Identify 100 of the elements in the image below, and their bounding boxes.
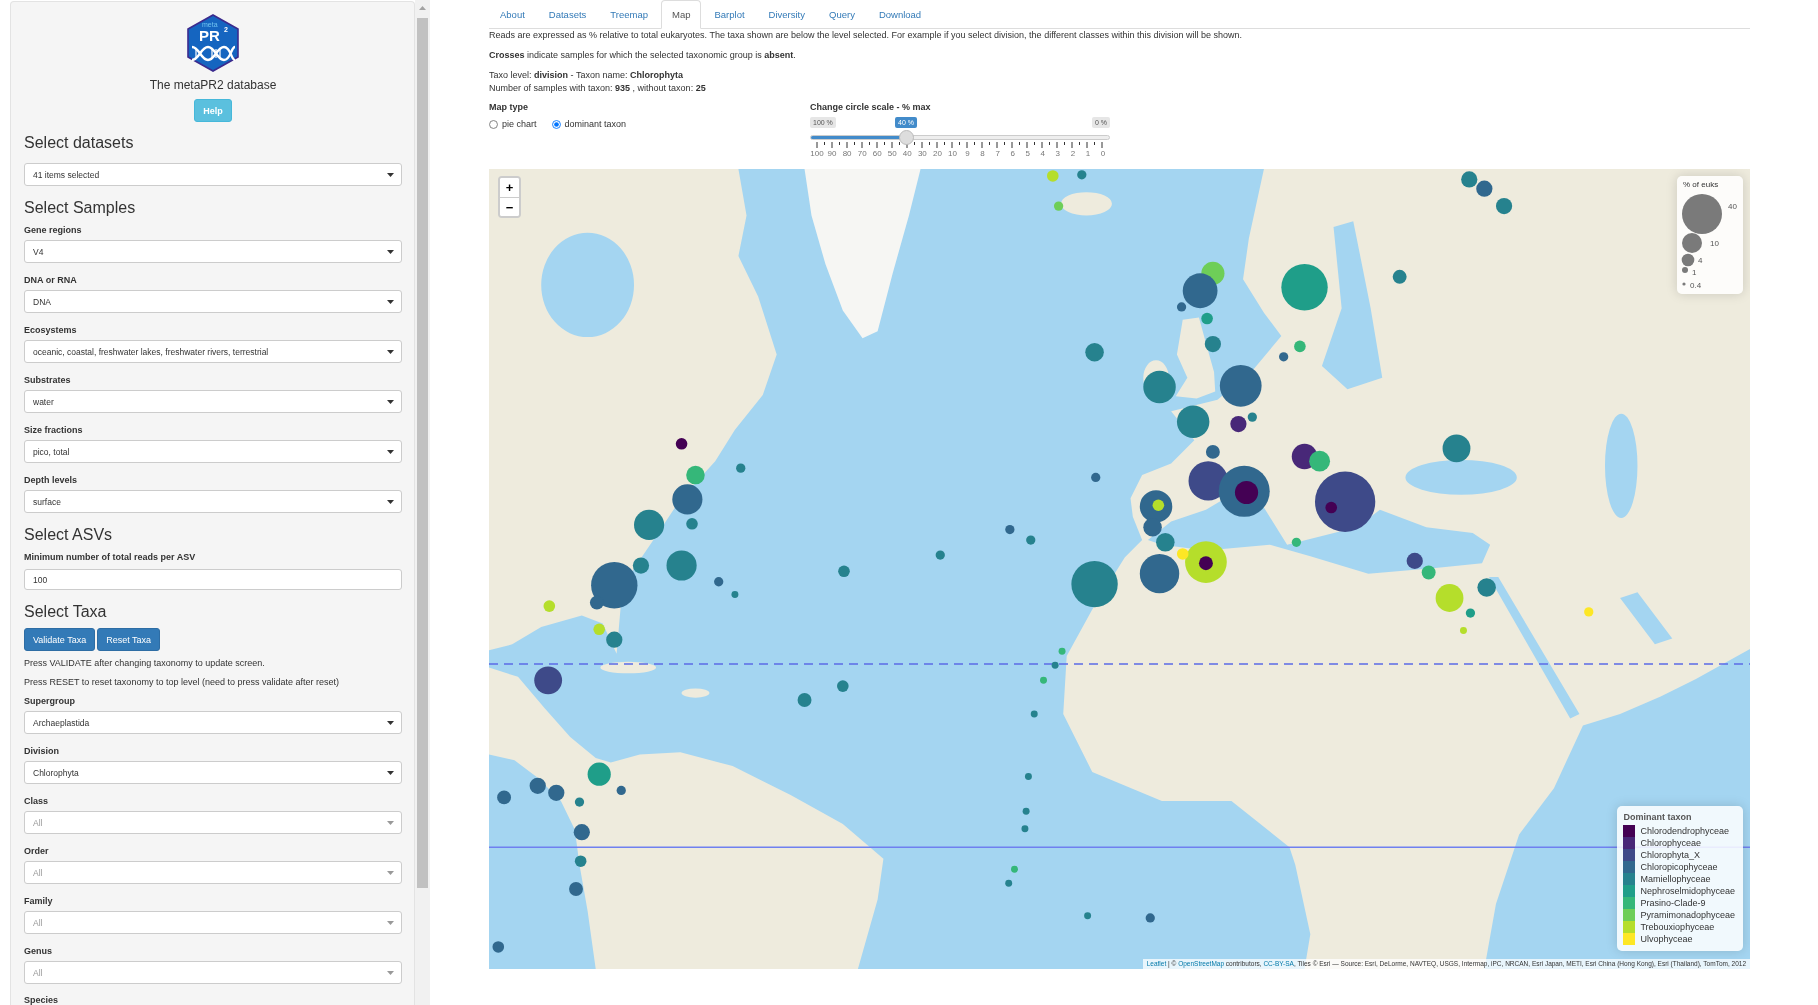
map-marker[interactable]: [1053, 201, 1064, 211]
map-marker[interactable]: [1030, 710, 1038, 718]
tab[interactable]: Map: [661, 0, 702, 29]
map-marker[interactable]: [1026, 535, 1036, 545]
radio-icon[interactable]: [489, 119, 498, 129]
map-marker[interactable]: [591, 562, 638, 609]
radio-option[interactable]: pie chart: [489, 117, 537, 131]
map-marker[interactable]: [1247, 412, 1257, 422]
map-marker[interactable]: [1309, 450, 1331, 472]
tab[interactable]: Query: [818, 0, 866, 29]
map-marker[interactable]: [497, 790, 512, 805]
map-marker[interactable]: [593, 623, 605, 636]
tab[interactable]: Datasets: [537, 0, 598, 29]
map-marker[interactable]: [1084, 912, 1092, 920]
dropdown[interactable]: surface: [24, 490, 402, 513]
map-marker[interactable]: [1201, 312, 1213, 325]
map-marker[interactable]: [1145, 913, 1155, 923]
dropdown[interactable]: pico, total: [24, 440, 402, 463]
map-marker[interactable]: [935, 550, 945, 560]
map-marker[interactable]: [1291, 537, 1302, 547]
map-marker[interactable]: [1022, 807, 1030, 815]
map-marker[interactable]: [1442, 434, 1471, 463]
map-marker[interactable]: [1281, 264, 1328, 311]
tab[interactable]: Diversity: [757, 0, 816, 29]
map-marker[interactable]: [837, 680, 849, 692]
map-marker[interactable]: [1392, 269, 1407, 284]
map-marker[interactable]: [731, 591, 739, 598]
radio-icon[interactable]: [551, 119, 561, 129]
map-marker[interactable]: [529, 777, 546, 794]
dropdown[interactable]: All: [24, 861, 402, 884]
scale-slider[interactable]: [810, 130, 1110, 145]
map-marker[interactable]: [838, 565, 850, 578]
zoom-out-button[interactable]: −: [500, 197, 519, 216]
dropdown[interactable]: Chlorophyta: [24, 761, 402, 784]
map-marker[interactable]: [1314, 471, 1376, 532]
map-marker[interactable]: [543, 600, 556, 612]
map-marker[interactable]: [1040, 676, 1047, 684]
map-marker[interactable]: [1495, 198, 1513, 215]
map-marker[interactable]: [1421, 565, 1436, 580]
dropdown[interactable]: All: [24, 911, 402, 934]
map-marker[interactable]: [1294, 340, 1306, 353]
map-marker[interactable]: [587, 762, 611, 786]
map-marker[interactable]: [1011, 865, 1018, 873]
map-marker[interactable]: [1477, 578, 1496, 597]
map-marker[interactable]: [1091, 472, 1101, 483]
map-marker[interactable]: [1460, 626, 1467, 634]
tab[interactable]: Download: [867, 0, 933, 29]
taxa-button[interactable]: Reset Taxa: [97, 628, 161, 651]
dropdown[interactable]: 41 items selected: [24, 163, 402, 186]
slider-thumb[interactable]: [898, 130, 914, 145]
map-marker[interactable]: [1058, 647, 1066, 655]
map-marker[interactable]: [736, 463, 746, 473]
map-marker[interactable]: [606, 631, 623, 648]
map-marker[interactable]: [1071, 560, 1118, 608]
map-marker[interactable]: [1085, 342, 1104, 362]
radio-option[interactable]: dominant taxon: [551, 117, 627, 131]
input-field[interactable]: 100: [24, 569, 402, 590]
map-marker[interactable]: [634, 509, 665, 540]
dropdown[interactable]: water: [24, 390, 402, 413]
map-marker[interactable]: [1176, 302, 1187, 312]
map-marker[interactable]: [1024, 773, 1032, 780]
map-marker[interactable]: [1077, 170, 1087, 180]
map-marker[interactable]: [1406, 552, 1423, 569]
map-marker[interactable]: [1205, 444, 1220, 459]
map-marker[interactable]: [1021, 825, 1029, 833]
map-marker[interactable]: [1435, 584, 1464, 612]
map-marker[interactable]: [573, 824, 590, 841]
tab[interactable]: Treemap: [599, 0, 659, 29]
map-marker[interactable]: [1156, 533, 1175, 552]
map-marker[interactable]: [1476, 180, 1493, 197]
map-marker[interactable]: [1234, 480, 1259, 505]
map-marker[interactable]: [672, 484, 703, 515]
map-marker[interactable]: [686, 465, 705, 485]
map-marker[interactable]: [1152, 499, 1165, 512]
map-marker[interactable]: [548, 784, 565, 801]
map-marker[interactable]: [534, 666, 563, 695]
map-marker[interactable]: [632, 557, 650, 574]
map-marker[interactable]: [1047, 170, 1059, 182]
map-marker[interactable]: [1051, 661, 1059, 669]
map-marker[interactable]: [714, 577, 724, 587]
map-marker[interactable]: [1139, 553, 1180, 594]
map-marker[interactable]: [574, 855, 587, 867]
map-marker[interactable]: [1005, 879, 1013, 887]
map-marker[interactable]: [574, 797, 585, 807]
map-marker[interactable]: [1230, 415, 1247, 433]
map-marker[interactable]: [686, 518, 698, 530]
map-marker[interactable]: [569, 882, 583, 896]
map-marker[interactable]: [1143, 370, 1176, 404]
taxa-button[interactable]: Validate Taxa: [24, 628, 96, 651]
map-marker[interactable]: [589, 595, 604, 610]
dropdown[interactable]: oceanic, coastal, freshwater lakes, freshwater rivers, terrestrial: [24, 340, 402, 363]
map-marker[interactable]: [797, 693, 812, 707]
map-marker[interactable]: [1219, 364, 1262, 407]
tab[interactable]: About: [489, 0, 536, 29]
dropdown[interactable]: DNA: [24, 290, 402, 313]
map-marker[interactable]: [1182, 273, 1218, 309]
map-marker[interactable]: [1325, 501, 1337, 514]
tab[interactable]: Barplot: [703, 0, 756, 29]
map-marker[interactable]: [1198, 556, 1213, 571]
map-marker[interactable]: [1143, 518, 1162, 537]
